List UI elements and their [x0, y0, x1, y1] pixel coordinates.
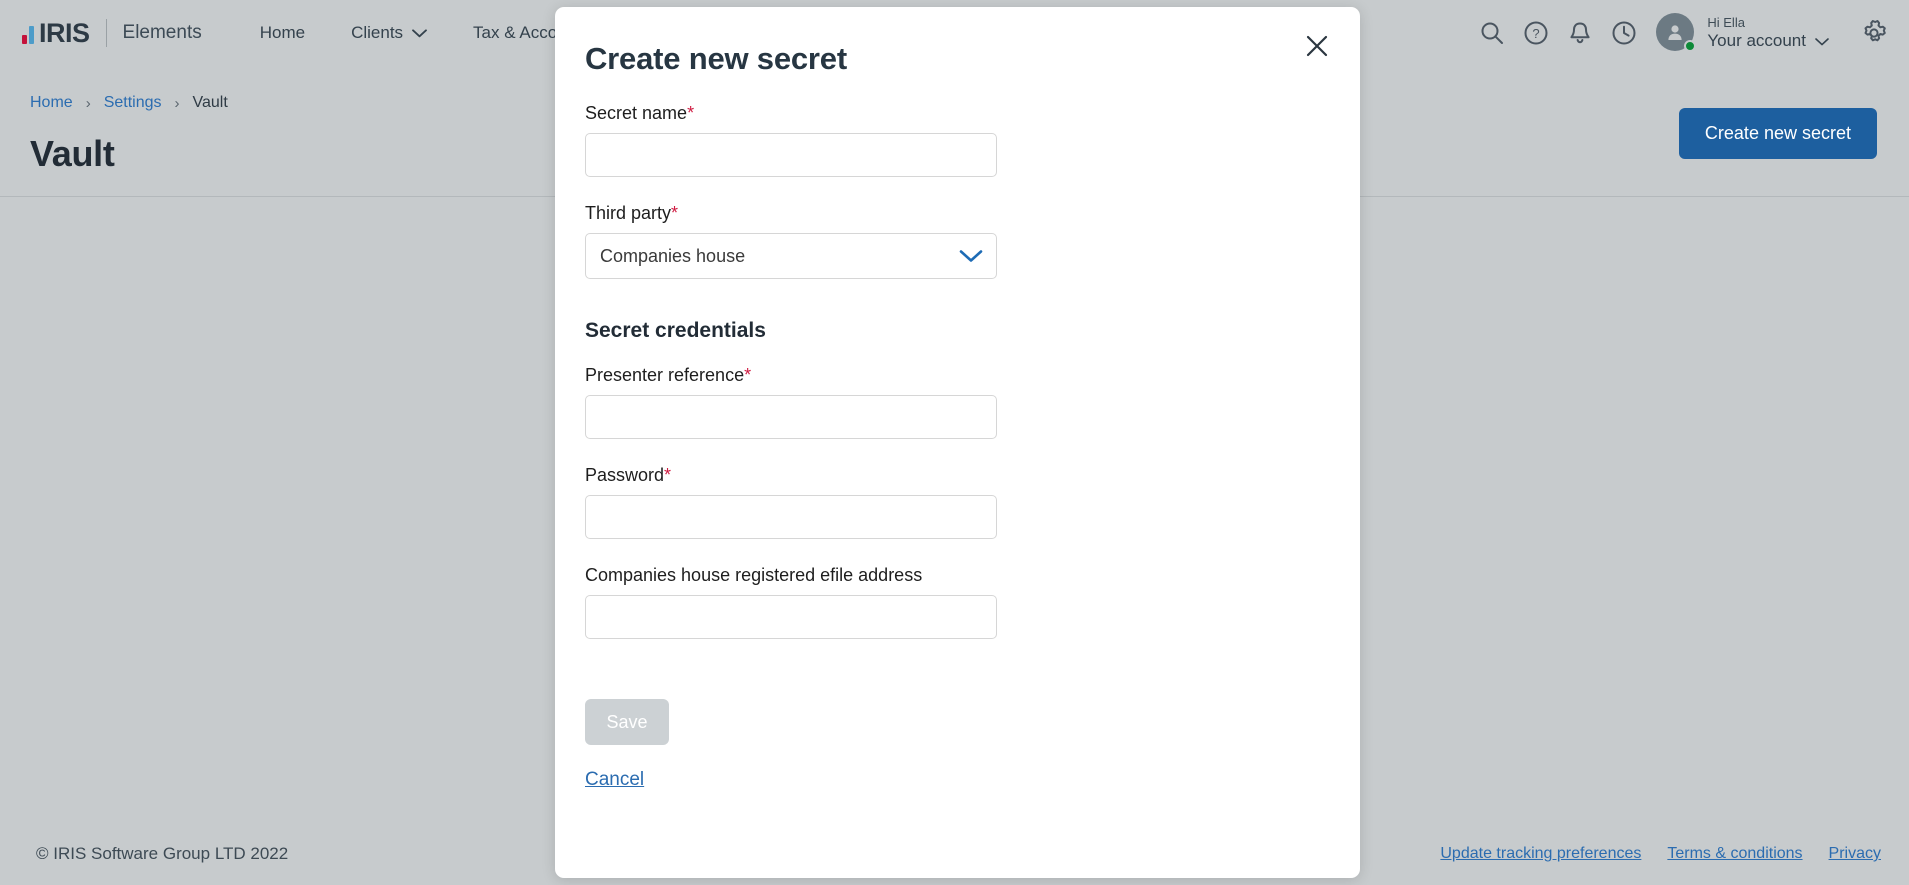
search-icon[interactable] [1470, 11, 1514, 55]
brand-divider [105, 19, 107, 47]
nav-item-home-label: Home [259, 23, 306, 42]
account-greeting: Hi Ella [1707, 14, 1745, 30]
required-asterisk: * [671, 203, 679, 223]
nav-item-tax-accounts[interactable]: Tax & Acco [473, 23, 557, 43]
account-menu[interactable]: Hi Ella Your account [1707, 14, 1829, 51]
field-presenter-reference: Presenter reference* [585, 365, 1005, 439]
top-bar-actions: ? Hi Ella Your account [1470, 0, 1889, 66]
footer-link-terms-conditions[interactable]: Terms & conditions [1667, 845, 1802, 863]
brand-name: IRIS [39, 17, 90, 48]
nav-item-tax-accounts-label: Tax & Acco [473, 23, 558, 42]
third-party-select-wrapper: Companies house [585, 233, 997, 279]
iris-logo-bars-icon [22, 22, 36, 44]
nav-item-clients[interactable]: Clients [351, 23, 427, 43]
breadcrumb: Home › Settings › Vault [30, 94, 228, 112]
save-button[interactable]: Save [585, 699, 669, 745]
efile-address-label-text: Companies house registered efile address [585, 565, 923, 585]
third-party-label: Third party* [585, 203, 1005, 224]
page-title: Vault [30, 133, 115, 174]
notifications-icon[interactable] [1558, 11, 1602, 55]
account-label-row: Your account [1707, 31, 1829, 51]
chevron-down-icon [412, 23, 427, 43]
breadcrumb-separator: › [174, 94, 180, 112]
presenter-reference-label-text: Presenter reference [585, 365, 745, 385]
svg-text:?: ? [1533, 26, 1540, 41]
footer-link-privacy[interactable]: Privacy [1829, 845, 1881, 863]
efile-address-input[interactable] [585, 595, 997, 639]
dialog-body: Secret name* Third party* Companies hous… [585, 103, 1005, 791]
efile-address-label: Companies house registered efile address [585, 565, 1005, 586]
required-asterisk: * [744, 365, 752, 385]
recent-icon[interactable] [1602, 11, 1646, 55]
footer-link-update-tracking-preferences[interactable]: Update tracking preferences [1440, 845, 1641, 863]
online-status-indicator [1684, 40, 1697, 52]
secret-name-label: Secret name* [585, 103, 1005, 124]
breadcrumb-item-vault: Vault [192, 94, 228, 111]
settings-gear-icon[interactable] [1859, 18, 1889, 48]
cancel-link[interactable]: Cancel [585, 769, 644, 791]
nav-item-home[interactable]: Home [260, 23, 305, 43]
password-input[interactable] [585, 495, 997, 539]
secret-credentials-heading: Secret credentials [585, 319, 766, 342]
create-new-secret-button[interactable]: Create new secret [1678, 108, 1877, 159]
main-nav-links: Home Clients Tax & Acco [260, 23, 603, 43]
brand-logo[interactable]: IRIS Elements [22, 18, 202, 49]
create-new-secret-dialog: Create new secret Secret name* Third par… [555, 7, 1360, 878]
dialog-title: Create new secret [585, 41, 847, 76]
brand-product-name: Elements [122, 22, 202, 43]
presenter-reference-label: Presenter reference* [585, 365, 1005, 386]
secret-name-input[interactable] [585, 133, 997, 177]
help-icon[interactable]: ? [1514, 11, 1558, 55]
third-party-select[interactable]: Companies house [585, 233, 997, 279]
breadcrumb-item-settings[interactable]: Settings [104, 94, 162, 112]
footer-links: Update tracking preferences Terms & cond… [1414, 845, 1881, 863]
field-third-party: Third party* Companies house [585, 203, 1005, 279]
required-asterisk: * [664, 465, 672, 485]
secret-name-label-text: Secret name [585, 103, 688, 123]
password-label-text: Password [585, 465, 665, 485]
avatar[interactable] [1656, 13, 1697, 53]
breadcrumb-item-home[interactable]: Home [30, 94, 73, 112]
field-efile-address: Companies house registered efile address [585, 565, 1005, 639]
required-asterisk: * [687, 103, 695, 123]
nav-item-clients-label: Clients [351, 23, 404, 42]
password-label: Password* [585, 465, 1005, 486]
third-party-selected-value: Companies house [600, 245, 746, 266]
presenter-reference-input[interactable] [585, 395, 997, 439]
copyright-text: © IRIS Software Group LTD 2022 [36, 844, 289, 863]
field-secret-name: Secret name* [585, 103, 1005, 177]
chevron-down-icon [1815, 31, 1829, 51]
field-password: Password* [585, 465, 1005, 539]
third-party-label-text: Third party [585, 203, 672, 223]
account-label: Your account [1707, 30, 1806, 50]
app-root: IRIS Elements Home Clients Tax & Acco ? … [0, 0, 1909, 885]
close-icon[interactable] [1300, 29, 1334, 63]
breadcrumb-separator: › [85, 94, 91, 112]
